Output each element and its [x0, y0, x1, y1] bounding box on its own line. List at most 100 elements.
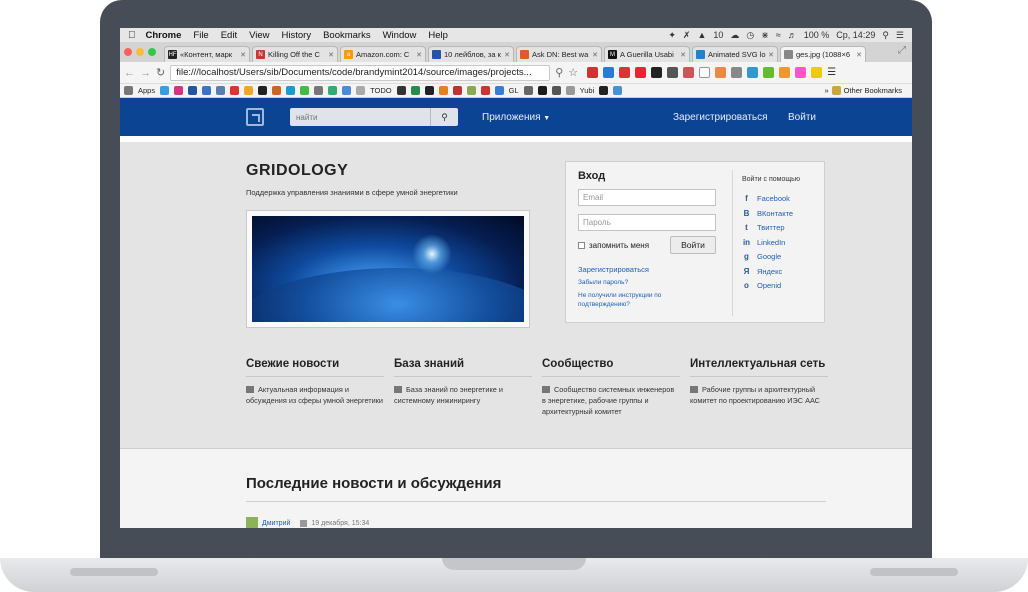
register-link[interactable]: Зарегистрироваться [673, 112, 768, 123]
apps-dropdown[interactable]: Приложения ▼ [482, 112, 550, 123]
extension-icon[interactable] [683, 67, 695, 78]
close-tab-icon[interactable]: ✕ [856, 51, 862, 59]
bookmark-icon[interactable] [613, 86, 623, 95]
bookmark-icon[interactable] [356, 86, 366, 95]
zoom-icon[interactable]: ⚲ [555, 66, 563, 79]
bookmark-icon[interactable] [300, 86, 310, 95]
social-login-linkedin[interactable]: in LinkedIn [742, 238, 785, 247]
close-tab-icon[interactable]: ✕ [680, 51, 686, 59]
twitter-tray-icon[interactable]: ✦ [668, 30, 676, 41]
bookmark-icon[interactable] [202, 86, 212, 95]
bookmark-icon[interactable] [230, 86, 240, 95]
notification-center-icon[interactable]: ☰ [896, 30, 904, 41]
close-tab-icon[interactable]: ✕ [328, 51, 334, 59]
extension-icon[interactable] [715, 67, 727, 78]
bookmark-icon[interactable] [286, 86, 296, 95]
bookmark-icon[interactable] [328, 86, 338, 95]
feature-column-title[interactable]: Сообщество [542, 358, 680, 377]
menu-help[interactable]: Help [428, 30, 448, 41]
social-login-facebook[interactable]: f Facebook [742, 194, 790, 203]
bookmark-icon[interactable] [452, 86, 462, 95]
zoom-window-icon[interactable] [148, 48, 156, 56]
bookmark-icon[interactable] [396, 86, 406, 95]
bookmark-icon[interactable] [480, 86, 490, 95]
bookmark-icon[interactable] [188, 86, 198, 95]
password-field[interactable]: Пароль [578, 214, 716, 231]
bookmark-icon[interactable] [565, 86, 575, 95]
bookmark-todo[interactable]: TODO [370, 86, 392, 95]
close-tab-icon[interactable]: ✕ [768, 51, 774, 59]
github-icon[interactable] [424, 86, 434, 95]
reload-icon[interactable]: ↻ [156, 66, 165, 79]
bookmark-apps[interactable]: Apps [138, 86, 155, 95]
search-button[interactable]: ⚲ [430, 108, 458, 126]
cloud-tray-icon[interactable]: ☁ [730, 30, 739, 41]
gridology-logo-icon[interactable] [246, 108, 264, 126]
close-tab-icon[interactable]: ✕ [240, 51, 246, 59]
apps-grid-icon[interactable] [124, 86, 133, 95]
register-link-box[interactable]: Зарегистрироваться [578, 265, 649, 274]
minimize-window-icon[interactable] [136, 48, 144, 56]
bookmark-icon[interactable] [523, 86, 533, 95]
menu-edit[interactable]: Edit [221, 30, 237, 41]
close-tab-icon[interactable]: ✕ [416, 51, 422, 59]
extension-icon[interactable] [699, 67, 711, 78]
menu-view[interactable]: View [249, 30, 269, 41]
feature-column-title[interactable]: База знаний [394, 358, 532, 377]
volume-icon[interactable]: ♬ [788, 30, 797, 40]
social-login-twitter[interactable]: t Твиттер [742, 223, 784, 232]
feature-column-title[interactable]: Свежие новости [246, 358, 384, 377]
extension-icon[interactable] [779, 67, 791, 78]
menu-icon[interactable]: ☰ [827, 67, 836, 78]
forgot-password-link[interactable]: Забыли пароль? [578, 279, 688, 288]
social-login-openid[interactable]: o Openid [742, 281, 781, 290]
back-icon[interactable]: ← [124, 67, 135, 79]
remember-checkbox[interactable] [578, 242, 585, 249]
notification-tray-icon[interactable]: ▲ [697, 30, 706, 40]
menu-window[interactable]: Window [383, 30, 417, 41]
browser-tab[interactable]: Ask DN: Best wa ✕ [516, 46, 602, 62]
browser-tab[interactable]: MA Guerilla Usabi ✕ [604, 46, 690, 62]
email-field[interactable]: Email [578, 189, 716, 206]
bookmark-icon[interactable] [272, 86, 282, 95]
menu-history[interactable]: History [282, 30, 312, 41]
menu-app-name[interactable]: Chrome [146, 30, 182, 41]
bookmark-icon[interactable] [551, 86, 561, 95]
extension-icon[interactable] [587, 67, 599, 78]
social-login-vkontakte[interactable]: B ВКонтакте [742, 209, 793, 218]
bookmark-icon[interactable] [410, 86, 420, 95]
bookmark-icon[interactable] [438, 86, 448, 95]
bookmark-gl[interactable]: GL [509, 86, 519, 95]
bookmark-icon[interactable] [599, 86, 609, 95]
browser-tab[interactable]: ges.jpg (1088×6 ✕ [780, 46, 866, 62]
spotlight-icon[interactable]: ⚲ [882, 30, 889, 41]
close-window-icon[interactable] [124, 48, 132, 56]
browser-tab[interactable]: N Killing Off the C ✕ [252, 46, 338, 62]
other-bookmarks[interactable]: » Other Bookmarks [824, 86, 908, 95]
search-input[interactable] [290, 108, 430, 126]
extension-icon[interactable] [795, 67, 807, 78]
browser-tab[interactable]: 10 лейблов, за к ✕ [428, 46, 514, 62]
apple-icon[interactable]:  [128, 30, 136, 41]
forward-icon[interactable]: → [140, 67, 151, 79]
tools-tray-icon[interactable]: ✗ [683, 30, 691, 41]
tray-count[interactable]: 10 [713, 30, 723, 40]
avatar[interactable] [246, 517, 258, 528]
feature-column-title[interactable]: Интеллектуальная сеть [690, 358, 828, 377]
bookmark-icon[interactable] [342, 86, 352, 95]
dropbox-icon[interactable] [494, 86, 504, 95]
close-tab-icon[interactable]: ✕ [504, 51, 510, 59]
bookmark-icon[interactable] [258, 86, 268, 95]
login-link[interactable]: Войти [788, 112, 816, 123]
menu-bookmarks[interactable]: Bookmarks [323, 30, 371, 41]
star-icon[interactable]: ☆ [568, 66, 578, 79]
menu-file[interactable]: File [193, 30, 208, 41]
wifi-icon[interactable]: ≈ [776, 30, 781, 40]
extension-icon[interactable] [811, 67, 823, 78]
no-instructions-link[interactable]: Не получили инструкции по подтверждению? [578, 292, 688, 309]
extension-icon[interactable] [667, 67, 679, 78]
clock-tray-icon[interactable]: ◷ [746, 30, 754, 41]
browser-tab[interactable]: HF «Контент, марк ✕ [164, 46, 250, 62]
browser-tab[interactable]: a Amazon.com: C ✕ [340, 46, 426, 62]
extension-icon[interactable] [651, 67, 663, 78]
